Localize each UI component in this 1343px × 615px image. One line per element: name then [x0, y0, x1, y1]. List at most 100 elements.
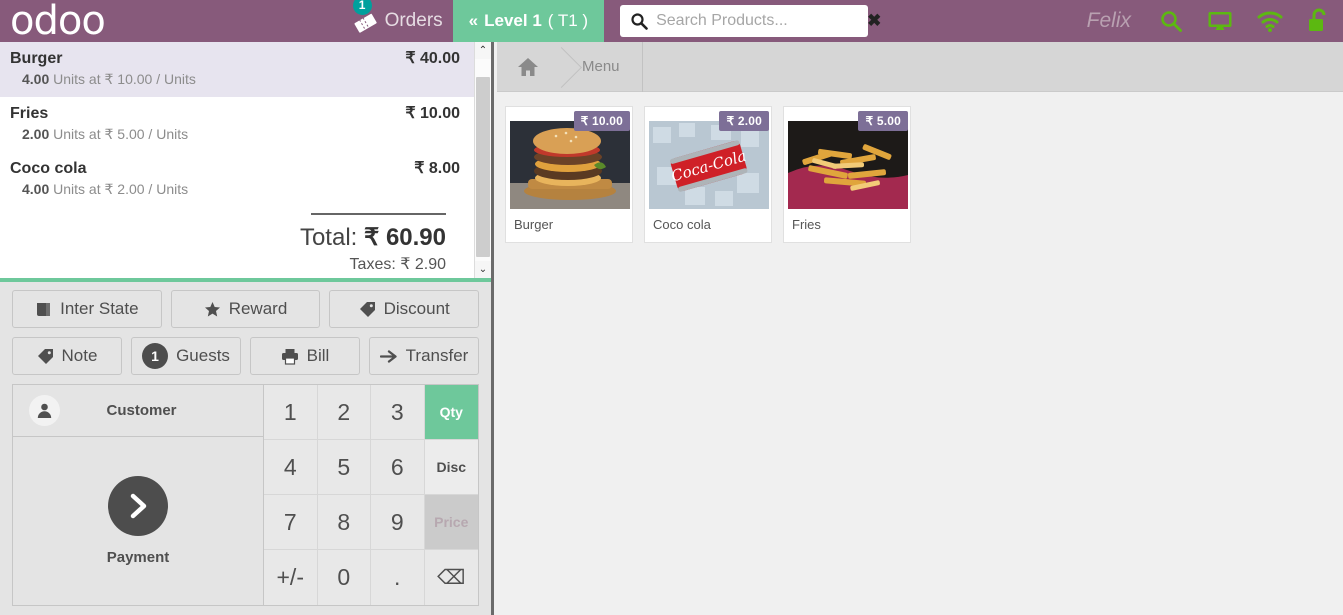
scrollbar-track[interactable]	[475, 59, 491, 261]
customer-payment-column: Customer Payment	[13, 385, 264, 605]
monitor-icon[interactable]	[1195, 9, 1245, 33]
top-navigation-bar: odoo 1 Orders « Level 1 ( T1 ) ✖ F	[0, 0, 1343, 42]
odoo-logo[interactable]: odoo	[0, 1, 140, 41]
order-line-qty: 2.00	[22, 126, 50, 142]
breadcrumb: Menu	[497, 41, 1343, 92]
clear-search-icon[interactable]: ✖	[863, 11, 881, 31]
book-icon	[35, 301, 52, 318]
product-card-coco-cola[interactable]: ₹ 2.00 Coca-Cola Coco cola	[644, 106, 772, 243]
discount-button[interactable]: Discount	[329, 290, 480, 328]
numpad: 1 2 3 Qty 4 5 6 Disc 7 8 9 Price +/- 0 .…	[264, 385, 478, 605]
note-label: Note	[61, 346, 98, 365]
product-grid: ₹ 10.00 Burger ₹ 2.00 Coca-Cola Coco col…	[497, 92, 1343, 243]
order-line-unit-price: Units at ₹ 10.00 / Units	[53, 71, 196, 87]
bill-button[interactable]: Bill	[250, 337, 360, 375]
guests-button[interactable]: 1 Guests	[131, 337, 241, 375]
numpad-key-6[interactable]: 6	[371, 440, 425, 495]
reward-label: Reward	[228, 299, 288, 318]
printer-icon	[281, 348, 299, 365]
numpad-key-2[interactable]: 2	[317, 385, 371, 440]
search-input[interactable]	[656, 12, 864, 30]
order-line[interactable]: Coco cola ₹ 8.00 4.00 Units at ₹ 2.00 / …	[0, 152, 474, 207]
product-card-burger[interactable]: ₹ 10.00 Burger	[505, 106, 633, 243]
inter-state-button[interactable]: Inter State	[12, 290, 162, 328]
numpad-key-0[interactable]: 0	[317, 550, 371, 605]
numpad-key-sign[interactable]: +/-	[264, 550, 318, 605]
numpad-key-9[interactable]: 9	[371, 495, 425, 550]
chevron-right-icon	[108, 476, 168, 536]
order-line-header: Burger ₹ 40.00	[10, 48, 460, 68]
product-search-box[interactable]: ✖	[620, 5, 881, 37]
order-line-detail: 4.00 Units at ₹ 2.00 / Units	[10, 181, 460, 198]
breadcrumb-item-menu[interactable]: Menu	[560, 42, 642, 92]
note-button[interactable]: Note	[12, 337, 122, 375]
order-taxes: Taxes: ₹ 2.90	[349, 256, 446, 273]
fries-photo	[788, 121, 908, 209]
breadcrumb-end-divider	[641, 41, 643, 92]
transfer-label: Transfer	[405, 346, 469, 365]
numpad-key-8[interactable]: 8	[317, 495, 371, 550]
order-line[interactable]: Fries ₹ 10.00 2.00 Units at ₹ 5.00 / Uni…	[0, 97, 474, 152]
product-name: Fries	[792, 217, 821, 232]
order-lines-list: Burger ₹ 40.00 4.00 Units at ₹ 10.00 / U…	[0, 42, 474, 278]
transfer-button[interactable]: Transfer	[369, 337, 479, 375]
numpad-key-decimal[interactable]: .	[371, 550, 425, 605]
discount-label: Discount	[383, 299, 450, 318]
total-value: ₹ 60.90	[364, 224, 446, 251]
numpad-mode-price[interactable]: Price	[424, 495, 478, 550]
order-list-scrollbar[interactable]: ⌃ ⌄	[474, 42, 491, 278]
order-actions: Inter State Reward Discount Note 1 Guest…	[0, 282, 491, 375]
product-card-fries[interactable]: ₹ 5.00 Fries	[783, 106, 911, 243]
wifi-icon[interactable]	[1245, 10, 1295, 32]
product-price-badge: ₹ 2.00	[719, 111, 769, 131]
bill-label: Bill	[306, 346, 330, 365]
order-line-unit-price: Units at ₹ 5.00 / Units	[53, 126, 189, 142]
payment-button[interactable]: Payment	[13, 437, 263, 605]
scrollbar-thumb[interactable]	[476, 77, 490, 257]
table-level-button[interactable]: « Level 1 ( T1 )	[452, 0, 605, 42]
numpad-backspace-icon[interactable]: ⌫	[424, 550, 478, 605]
unlock-icon[interactable]	[1295, 8, 1343, 34]
arrow-right-icon	[379, 348, 398, 365]
order-line-price: ₹ 8.00	[414, 160, 460, 177]
back-chevron-icon: «	[468, 11, 479, 30]
cashier-name[interactable]: Felix	[1071, 9, 1147, 33]
order-summary: Total: ₹ 60.90 Taxes: ₹ 2.90	[0, 207, 474, 274]
product-name: Coco cola	[653, 217, 711, 232]
numpad-mode-qty[interactable]: Qty	[424, 385, 478, 440]
guest-count-badge: 1	[142, 343, 169, 369]
order-line-detail: 2.00 Units at ₹ 5.00 / Units	[10, 126, 460, 143]
summary-divider	[311, 213, 446, 215]
order-panel: Burger ₹ 40.00 4.00 Units at ₹ 10.00 / U…	[0, 42, 494, 615]
numpad-key-5[interactable]: 5	[317, 440, 371, 495]
scroll-down-icon[interactable]: ⌄	[475, 261, 491, 278]
reward-button[interactable]: Reward	[170, 290, 321, 328]
order-line[interactable]: Burger ₹ 40.00 4.00 Units at ₹ 10.00 / U…	[0, 42, 474, 97]
customer-label: Customer	[106, 402, 177, 419]
inter-state-label: Inter State	[60, 299, 139, 318]
set-customer-button[interactable]: Customer	[13, 385, 263, 437]
orders-button[interactable]: 1 Orders	[343, 0, 453, 42]
product-name: Burger	[514, 217, 554, 232]
order-line-name: Burger	[10, 50, 63, 67]
header-search-icon[interactable]	[1147, 9, 1195, 33]
customer-and-numpad: Customer Payment 1 2 3 Qty 4 5 6 Disc 7 …	[12, 384, 479, 606]
tag-icon	[37, 348, 54, 365]
order-line-name: Coco cola	[10, 160, 87, 177]
numpad-key-7[interactable]: 7	[264, 495, 318, 550]
numpad-key-4[interactable]: 4	[264, 440, 318, 495]
total-label: Total:	[299, 224, 358, 251]
scroll-up-icon[interactable]: ⌃	[475, 42, 491, 59]
search-icon	[630, 12, 648, 30]
order-line-header: Fries ₹ 10.00	[10, 103, 460, 123]
tag-icon	[359, 301, 376, 318]
order-actions-row-1: Inter State Reward Discount	[12, 290, 480, 328]
numpad-mode-disc[interactable]: Disc	[424, 440, 478, 495]
numpad-key-3[interactable]: 3	[371, 385, 425, 440]
avatar	[29, 395, 60, 426]
burger-photo	[510, 121, 630, 209]
order-line-detail: 4.00 Units at ₹ 10.00 / Units	[10, 71, 460, 88]
numpad-key-1[interactable]: 1	[264, 385, 318, 440]
order-actions-row-2: Note 1 Guests Bill Transfer	[12, 337, 479, 375]
order-lines-container: Burger ₹ 40.00 4.00 Units at ₹ 10.00 / U…	[0, 42, 491, 282]
